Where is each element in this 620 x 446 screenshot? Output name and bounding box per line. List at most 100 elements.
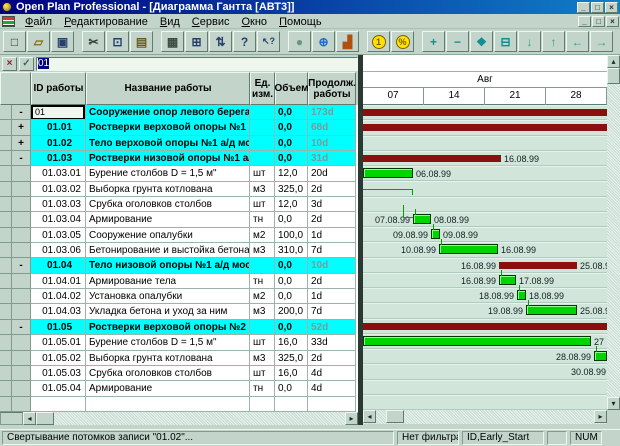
table-row[interactable]: -01.05Ростверки верховой опоры №2 а/д0,0…	[0, 320, 358, 335]
task-bar[interactable]	[517, 290, 526, 300]
cell-unit[interactable]	[250, 258, 275, 273]
cell-id[interactable]: 01.04	[31, 258, 86, 273]
table-row[interactable]: 01.03.03Срубка оголовков столбовшт12,03d	[0, 197, 358, 212]
row-selector[interactable]	[0, 120, 12, 135]
child-window-icon[interactable]	[2, 16, 15, 27]
cell-unit[interactable]: м3	[250, 351, 275, 366]
row-selector[interactable]	[0, 381, 12, 396]
edit-input[interactable]: 01	[36, 57, 358, 71]
cell-name[interactable]: Сооружение опалубки	[86, 228, 250, 243]
summary-bar[interactable]	[363, 109, 607, 116]
cell-name[interactable]: Сооружение опор левого берега	[86, 105, 250, 120]
summary-bar[interactable]	[363, 323, 607, 330]
cell-name[interactable]: Тело верховой опоры №1 а/д моста	[86, 136, 250, 151]
cell-name[interactable]: Ростверки верховой опоры №1 а/д	[86, 120, 250, 135]
cell-unit[interactable]: шт	[250, 166, 275, 181]
cell-volume[interactable]: 310,0	[275, 243, 308, 258]
menu-item-1[interactable]: Редактирование	[58, 15, 154, 29]
percent-button[interactable]: %	[391, 31, 414, 52]
gantt-scroll-left-button[interactable]: ◂	[363, 410, 376, 423]
row-selector[interactable]	[0, 397, 12, 412]
row-selector[interactable]	[0, 212, 12, 227]
row-selector[interactable]	[0, 274, 12, 289]
table-row[interactable]: 01.04.01Армирование телатн0,02d	[0, 274, 358, 289]
cell-volume[interactable]: 0,0	[275, 151, 308, 166]
table-row[interactable]: -01Сооружение опор левого берега0,0173d	[0, 105, 358, 120]
column-header-4[interactable]: Продолж. работы	[308, 72, 356, 105]
cell-volume[interactable]: 325,0	[275, 182, 308, 197]
table-row[interactable]: -01.04Тело низовой опоры №1 а/д моста0,0…	[0, 258, 358, 273]
cell-volume[interactable]: 12,0	[275, 166, 308, 181]
add-activity-button[interactable]: +	[422, 31, 445, 52]
table-row[interactable]: 01.05.03Срубка оголовков столбовшт16,04d	[0, 366, 358, 381]
paste-button[interactable]: ▤	[130, 31, 153, 52]
move-right-button[interactable]: →	[590, 31, 613, 52]
cell-volume[interactable]: 12,0	[275, 197, 308, 212]
cell-volume[interactable]: 0,0	[275, 274, 308, 289]
cell-duration[interactable]: 4d	[308, 381, 356, 396]
cell-id[interactable]: 01.01	[31, 120, 86, 135]
cell-duration[interactable]: 173d	[308, 105, 356, 120]
cell-name[interactable]: Бурение столбов D = 1,5 м"	[86, 166, 250, 181]
cell-unit[interactable]: м3	[250, 243, 275, 258]
close-button[interactable]: ×	[605, 2, 618, 13]
print-preview-button[interactable]: ⊞	[185, 31, 208, 52]
row-selector[interactable]	[0, 166, 12, 181]
table-row[interactable]: 01.05.04Армированиетн0,04d	[0, 381, 358, 396]
task-bar[interactable]	[431, 229, 440, 239]
cell-volume[interactable]: 200,0	[275, 304, 308, 319]
cell-id[interactable]: 01	[31, 105, 86, 120]
cell-volume[interactable]: 0,0	[275, 289, 308, 304]
table-row[interactable]: 01.03.02Выборка грунта котлованам3325,02…	[0, 182, 358, 197]
table-row[interactable]: 01.03.01Бурение столбов D = 1,5 м"шт12,0…	[0, 166, 358, 181]
table-row[interactable]: 01.04.02Установка опалубким20,01d	[0, 289, 358, 304]
menu-item-3[interactable]: Сервис	[186, 15, 236, 29]
resources-globe-button[interactable]: ⊕	[312, 31, 335, 52]
task-bar[interactable]	[594, 351, 607, 361]
status-circle-button[interactable]: ●	[288, 31, 311, 52]
column-header-1[interactable]: Название работы	[86, 72, 250, 105]
table-row[interactable]: 01.03.06Бетонирование и выстойка бетонам…	[0, 243, 358, 258]
gantt-scroll-right-button[interactable]: ▸	[594, 410, 607, 423]
task-bar[interactable]	[499, 275, 516, 285]
cell-name[interactable]: Срубка оголовков столбов	[86, 366, 250, 381]
cell-duration[interactable]: 3d	[308, 197, 356, 212]
gantt-h-scroll-thumb[interactable]	[386, 410, 404, 423]
column-header-3[interactable]: Объем	[275, 72, 308, 105]
cell-name[interactable]: Армирование	[86, 212, 250, 227]
cell-id[interactable]: 01.03.01	[31, 166, 86, 181]
cost-coin-button[interactable]: 1	[367, 31, 390, 52]
cell-unit[interactable]	[250, 320, 275, 335]
cell-unit[interactable]	[250, 120, 275, 135]
table-row[interactable]: +01.02Тело верховой опоры №1 а/д моста0,…	[0, 136, 358, 151]
gantt-h-scrollbar[interactable]: ◂ ▸	[363, 410, 607, 424]
cell-duration[interactable]: 1d	[308, 228, 356, 243]
restore-button[interactable]: □	[591, 2, 604, 13]
row-selector[interactable]	[0, 304, 12, 319]
remove-activity-button[interactable]: −	[446, 31, 469, 52]
table-scroll-thumb[interactable]	[36, 412, 54, 425]
summary-bar[interactable]	[363, 124, 607, 131]
cell-id[interactable]: 01.05.03	[31, 366, 86, 381]
move-up-button[interactable]: ↑	[542, 31, 565, 52]
open-file-button[interactable]: ▱	[27, 31, 50, 52]
cell-name[interactable]: Бурение столбов D = 1,5 м"	[86, 335, 250, 350]
new-document-button[interactable]: □	[3, 31, 26, 52]
cell-name[interactable]: Армирование	[86, 381, 250, 396]
child-restore-button[interactable]: □	[592, 16, 605, 27]
summary-bar[interactable]	[363, 155, 501, 162]
table-row[interactable]: -01.03Ростверки низовой опоры №1 а/д м0,…	[0, 151, 358, 166]
cell-volume[interactable]: 16,0	[275, 335, 308, 350]
move-left-button[interactable]: ←	[566, 31, 589, 52]
cancel-edit-button[interactable]: ×	[2, 57, 17, 71]
cell-unit[interactable]	[250, 151, 275, 166]
cell-id[interactable]: 01.02	[31, 136, 86, 151]
minimize-button[interactable]: _	[577, 2, 590, 13]
cell-unit[interactable]: тн	[250, 381, 275, 396]
gantt-v-scrollbar[interactable]: ▴ ▾	[607, 55, 620, 410]
cell-duration[interactable]: 68d	[308, 120, 356, 135]
gantt-scroll-up-button[interactable]: ▴	[607, 55, 620, 68]
cell-volume[interactable]: 0,0	[275, 136, 308, 151]
cell-unit[interactable]: шт	[250, 335, 275, 350]
row-selector[interactable]	[0, 320, 12, 335]
